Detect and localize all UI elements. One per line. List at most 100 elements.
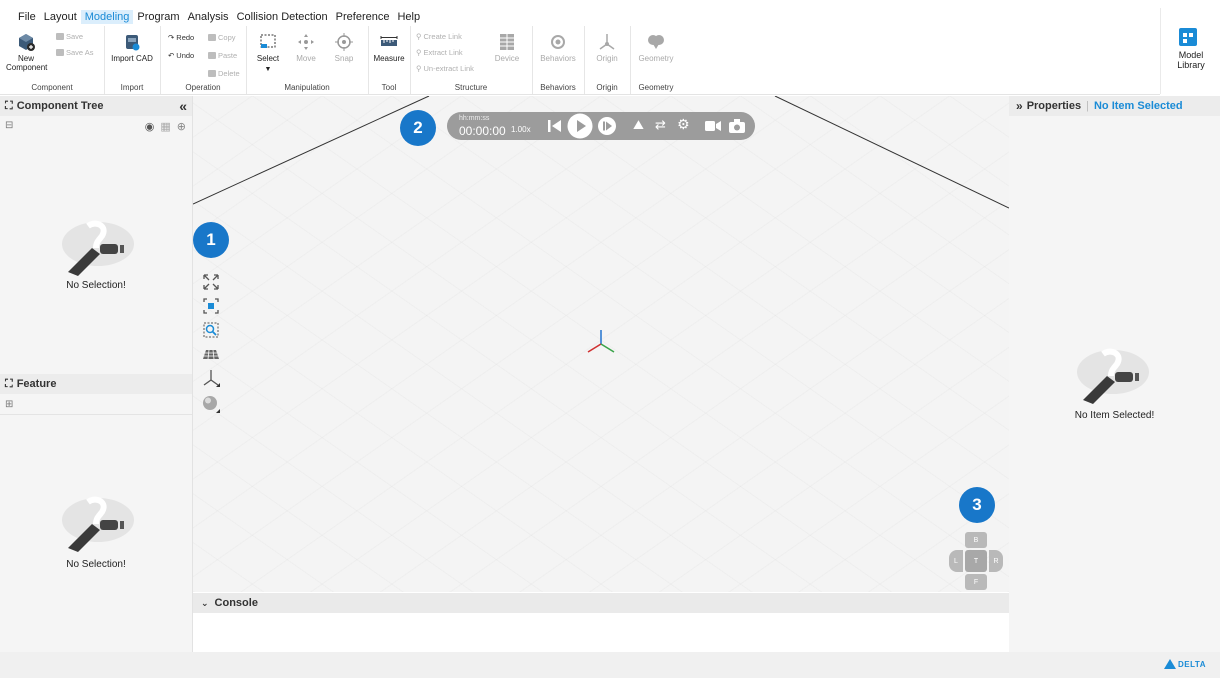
save-label: Save [66, 32, 84, 41]
video-camera-icon[interactable] [705, 120, 721, 132]
group-label-manipulation: Manipulation [284, 83, 330, 92]
model-library-button[interactable]: Model Library [1160, 8, 1220, 94]
redo-button[interactable]: ↷ Redo [168, 33, 194, 42]
console-output[interactable] [193, 613, 1009, 652]
tree-collapse-all-icon[interactable]: ⊟ [5, 120, 13, 131]
copy-button[interactable]: Copy [208, 33, 236, 42]
loop-icon[interactable]: ⇄ [655, 117, 666, 133]
settings-gear-icon[interactable]: ⚙ [677, 116, 690, 133]
brand-label: DELTA [1178, 659, 1206, 669]
axis-display-icon[interactable] [201, 368, 221, 388]
grid-floor-icon[interactable] [201, 344, 221, 364]
move-button[interactable]: Move [290, 32, 322, 63]
group-label-geometry: Geometry [638, 83, 674, 92]
view-top-button[interactable]: T [965, 550, 987, 572]
console-header[interactable]: ⌄ Console [193, 593, 1009, 613]
ribbon-group-origin: Origin Origin [584, 26, 631, 94]
callout-badge-3: 3 [959, 487, 995, 523]
feature-title: Feature [16, 378, 57, 390]
shading-mode-icon[interactable] [201, 394, 221, 414]
zoom-area-icon[interactable] [201, 320, 221, 340]
extract-link-button[interactable]: ⚲ Extract Link [416, 48, 463, 57]
undo-icon: ↶ [168, 51, 175, 60]
paste-button[interactable]: Paste [208, 51, 237, 60]
move-label: Move [296, 54, 316, 63]
paste-icon [208, 52, 216, 59]
step-forward-icon[interactable] [597, 116, 617, 136]
feature-empty-text: No Selection! [66, 559, 126, 570]
geometry-button[interactable]: Geometry [634, 32, 678, 63]
properties-status: No Item Selected [1093, 100, 1183, 112]
menu-analysis[interactable]: Analysis [184, 10, 233, 24]
measure-button[interactable]: Measure [370, 32, 408, 63]
select-label: Select [256, 54, 280, 63]
model-library-icon [1179, 28, 1197, 46]
device-button[interactable]: Device [490, 32, 524, 63]
create-link-button[interactable]: ⚲ Create Link [416, 32, 462, 41]
menu-program[interactable]: Program [133, 10, 183, 24]
screenshot-camera-icon[interactable] [729, 119, 745, 133]
menu-modeling[interactable]: Modeling [80, 10, 134, 24]
tree-locate-icon[interactable]: ⊕ [177, 120, 186, 133]
import-cad-label: Import CAD [111, 54, 153, 63]
save-button[interactable]: Save [56, 32, 83, 41]
3d-viewport[interactable]: hh:mm:ss 00:00:00 1.00x ⛰ ⇄ ⚙ 2 1 3 B L … [193, 96, 1009, 592]
component-tree-empty-text: No Selection! [66, 280, 126, 291]
undo-button[interactable]: ↶ Undo [168, 51, 194, 60]
collapse-panel-icon[interactable]: « [179, 98, 187, 114]
delta-logo: DELTA [1164, 659, 1206, 669]
view-right-button[interactable]: R [989, 550, 1003, 572]
visibility-eye-icon[interactable]: ◉ [145, 120, 155, 133]
link-icon: ⚲ [416, 32, 422, 41]
rewind-icon[interactable] [545, 116, 565, 136]
origin-button[interactable]: Origin [588, 32, 626, 63]
delete-icon [208, 70, 216, 77]
time-display: 00:00:00 [459, 124, 506, 138]
fit-selection-icon[interactable] [201, 296, 221, 316]
select-dropdown-icon[interactable]: ▼ [252, 65, 284, 74]
menu-preference[interactable]: Preference [332, 10, 394, 24]
expand-panel-icon[interactable]: » [1016, 99, 1023, 113]
measure-icon [380, 36, 398, 46]
view-back-button[interactable]: B [965, 532, 987, 548]
chevron-down-icon[interactable]: ⌄ [201, 598, 209, 609]
unextract-link-button[interactable]: ⚲ Un-extract Link [416, 64, 474, 73]
callout-badge-1: 1 [193, 222, 229, 258]
play-icon[interactable] [567, 113, 593, 139]
behaviors-label: Behaviors [540, 54, 576, 63]
menu-collision-detection[interactable]: Collision Detection [233, 10, 332, 24]
origin-label: Origin [596, 54, 618, 63]
new-component-button[interactable]: New Component [6, 32, 47, 72]
ribbon-group-operation: ↷ Redo ↶ Undo Copy Paste Delete Operatio… [160, 26, 247, 94]
fit-all-icon[interactable] [201, 272, 221, 292]
copy-icon [208, 34, 216, 41]
feature-tree-icon: ⛶ [5, 377, 13, 390]
robot-arm-icon[interactable]: ⛰ [633, 117, 644, 133]
view-front-button[interactable]: F [965, 574, 987, 590]
undo-label: Undo [176, 51, 195, 60]
ribbon-group-tool: Measure Tool [368, 26, 411, 94]
geometry-label: Geometry [638, 54, 674, 63]
import-cad-button[interactable]: Import CAD [110, 32, 154, 63]
menu-layout[interactable]: Layout [40, 10, 81, 24]
delete-button[interactable]: Delete [208, 69, 240, 78]
tree-filter-icon[interactable]: ▦ [160, 120, 170, 133]
feature-expand-icon[interactable]: ⊞ [5, 399, 13, 410]
select-icon [260, 34, 276, 48]
redo-icon: ↷ [168, 33, 175, 42]
ribbon-group-manipulation: Select ▼ Move Snap Manipulation [246, 26, 369, 94]
snap-label: Snap [334, 54, 354, 63]
ribbon-group-component: New Component Save Save As Component [0, 26, 105, 94]
snap-button[interactable]: Snap [328, 32, 360, 63]
model-library-line2: Library [1177, 60, 1205, 70]
menu-file[interactable]: File [14, 10, 40, 24]
view-left-button[interactable]: L [949, 550, 963, 572]
paste-label: Paste [218, 51, 238, 60]
playback-speed[interactable]: 1.00x [511, 125, 531, 134]
select-button[interactable]: Select ▼ [252, 32, 284, 74]
copy-label: Copy [218, 33, 236, 42]
behaviors-button[interactable]: Behaviors [536, 32, 580, 63]
menu-help[interactable]: Help [393, 10, 424, 24]
group-label-structure: Structure [454, 83, 488, 92]
save-as-button[interactable]: Save As [56, 48, 94, 57]
